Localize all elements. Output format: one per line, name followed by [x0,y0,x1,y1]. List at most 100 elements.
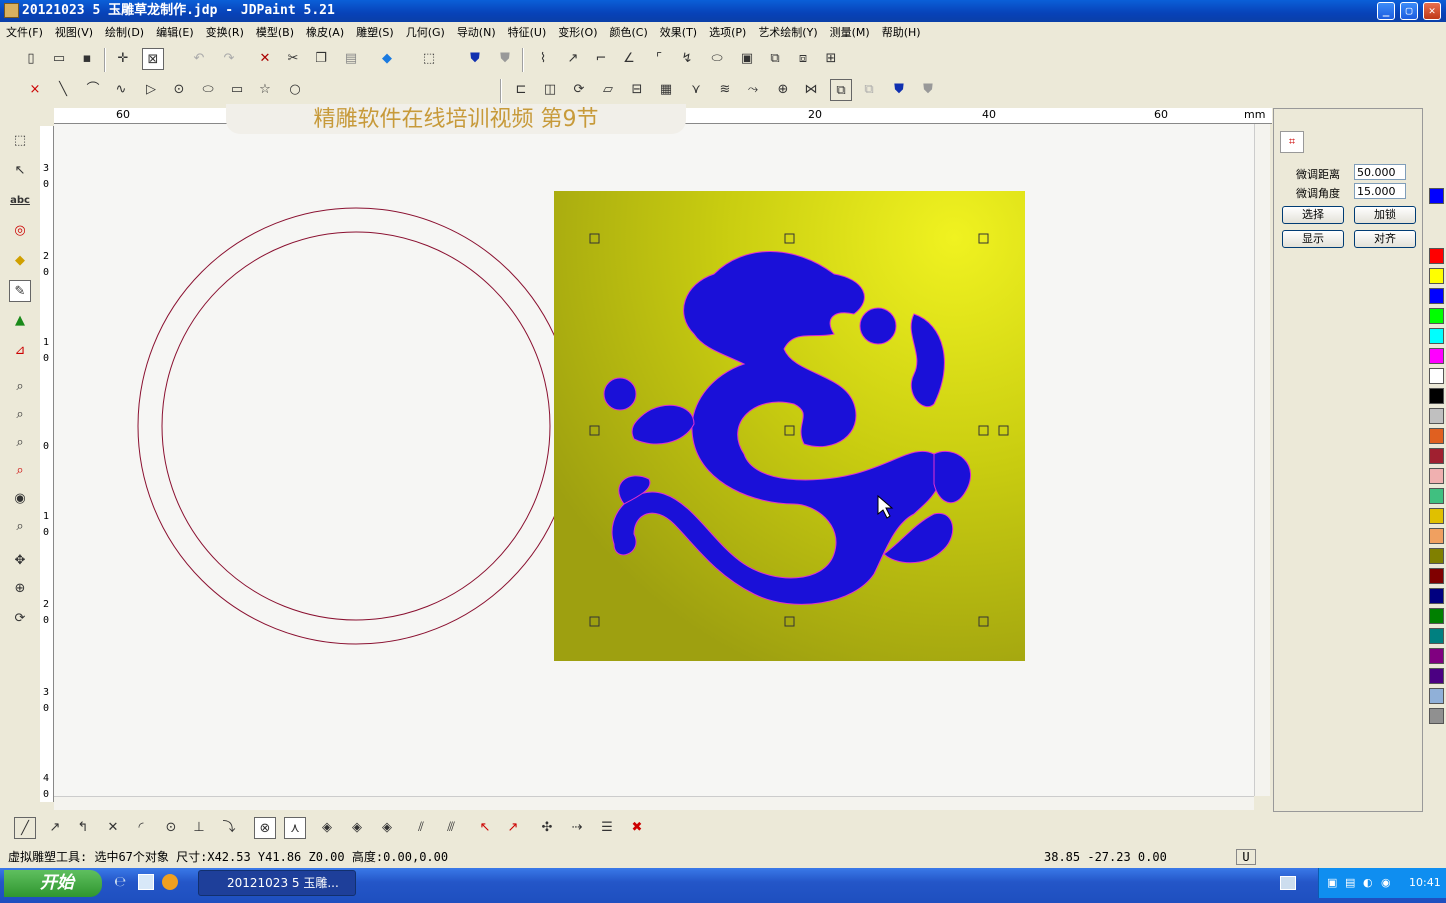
rectangle-icon[interactable]: ▭ [226,79,248,101]
view-top-icon[interactable]: ◈ [316,817,338,839]
snap-center-icon[interactable]: ⊙ [160,817,182,839]
box-view-icon[interactable]: ⬚ [418,48,440,70]
plane-icon[interactable]: ⫽ [410,817,432,839]
shape-tool-icon[interactable]: ◎ [9,220,31,242]
view-eye-icon[interactable]: ◉ [9,488,31,510]
tray-security-icon[interactable]: ◉ [1381,868,1391,898]
tray-network-icon[interactable]: ▣ [1327,868,1337,898]
snap-tangent-icon[interactable]: ⤵ [218,817,240,839]
zoom-realtime-icon[interactable]: ⊕ [9,578,31,600]
spline-icon[interactable]: ∿ [110,79,132,101]
menu-transform[interactable]: 变换(R) [200,22,250,44]
menu-feature[interactable]: 特征(U) [502,22,553,44]
menu-effect[interactable]: 效果(T) [654,22,703,44]
ellipse-icon[interactable]: ⬭ [197,79,219,101]
palette-swatch[interactable] [1429,248,1444,264]
path-icon[interactable]: ⤳ [742,79,764,101]
align-button[interactable]: 对齐 [1354,230,1416,248]
measure-tool-icon[interactable]: ⊿ [9,340,31,362]
show-button[interactable]: 显示 [1282,230,1344,248]
link-icon[interactable]: ⊞ [820,48,842,70]
menu-eraser[interactable]: 橡皮(A) [300,22,350,44]
menu-art-draw[interactable]: 艺术绘制(Y) [752,22,823,44]
snap-perpendicular-icon[interactable]: ⊥ [188,817,210,839]
keyboard-icon[interactable] [1280,876,1296,890]
point-icon[interactable]: × [24,79,46,101]
select-box-icon[interactable]: ⊠ [142,48,164,70]
chamfer-icon[interactable]: ∠ [618,48,640,70]
snap-intersect-icon[interactable]: ✕ [102,817,124,839]
palette-swatch[interactable] [1429,348,1444,364]
start-button[interactable]: 开始 [4,870,102,897]
polyline-icon[interactable]: ▷ [140,79,162,101]
eraser-tool-icon[interactable]: ◆ [9,250,31,272]
menu-guide[interactable]: 导动(N) [451,22,502,44]
copy-icon[interactable]: ❐ [310,48,332,70]
unit-mode-indicator[interactable]: U [1236,849,1256,865]
palette-swatch[interactable] [1429,408,1444,424]
palette-swatch[interactable] [1429,188,1444,204]
fill-tool-icon[interactable]: ▲ [9,310,31,332]
menu-sculpt[interactable]: 雕塑(S) [350,22,400,44]
palette-swatch[interactable] [1429,528,1444,544]
redo-icon[interactable]: ↷ [218,48,240,70]
circle-icon[interactable]: ○ [284,79,306,101]
arc-icon[interactable]: ⌒ [82,79,104,101]
snap-line-icon[interactable]: ╱ [14,817,36,839]
oval-icon[interactable]: ⬭ [706,48,728,70]
palette-swatch[interactable] [1429,668,1444,684]
3d-view-icon[interactable]: ◆ [376,48,398,70]
menu-view[interactable]: 视图(V) [49,22,99,44]
mirror-icon[interactable]: ◫ [539,79,561,101]
rotate-view-icon[interactable]: ⟳ [9,608,31,630]
menu-draw[interactable]: 绘制(D) [99,22,150,44]
palette-swatch[interactable] [1429,548,1444,564]
menu-deform[interactable]: 变形(O) [552,22,603,44]
palette-swatch[interactable] [1429,328,1444,344]
shield-blue-icon[interactable]: ⛊ [464,48,486,70]
view-front-icon[interactable]: ◈ [346,817,368,839]
taskbar-window-button[interactable]: 20121023 5 玉雕... [198,870,356,896]
menu-geometry[interactable]: 几何(G) [400,22,451,44]
sculpt-tool-icon[interactable]: ✎ [9,280,31,302]
palette-swatch[interactable] [1429,388,1444,404]
zoom-in-icon[interactable]: ⌕ [9,404,31,426]
wave-icon[interactable]: ≋ [714,79,736,101]
select-button[interactable]: 选择 [1282,206,1344,224]
array-icon[interactable]: ▦ [655,79,677,101]
palette-swatch[interactable] [1429,368,1444,384]
palette-swatch[interactable] [1429,568,1444,584]
extend-icon[interactable]: ↗ [562,48,584,70]
nudge-angle-field[interactable] [1354,183,1406,199]
tray-app-icon[interactable]: ▤ [1345,868,1355,898]
palette-swatch[interactable] [1429,468,1444,484]
snap-point-icon[interactable]: ⊗ [254,817,276,839]
stretch-icon[interactable]: ⋈ [800,79,822,101]
delete-icon[interactable]: ✕ [254,48,276,70]
measure-point-icon[interactable]: ✣ [536,817,558,839]
zoom-all-icon[interactable]: ⌕ [9,516,31,538]
fillet-icon[interactable]: ⌐ [590,48,612,70]
palette-swatch[interactable] [1429,588,1444,604]
group-icon[interactable]: ⧉ [764,48,786,70]
palette-swatch[interactable] [1429,608,1444,624]
zoom-out-icon[interactable]: ⌕ [9,432,31,454]
clock[interactable]: 10:41 [1409,868,1441,898]
rotate-icon[interactable]: ⟳ [568,79,590,101]
shield-gray-icon[interactable]: ⛊ [917,79,939,101]
select-tool-icon[interactable]: ⬚ [9,130,31,152]
circle-center-icon[interactable]: ⊙ [168,79,190,101]
close-button[interactable]: ✕ [1423,2,1441,20]
shield-gray-icon[interactable]: ⛊ [494,48,516,70]
pan-icon[interactable]: ✥ [9,550,31,572]
palette-swatch[interactable] [1429,428,1444,444]
palette-swatch[interactable] [1429,628,1444,644]
snap-angle-icon[interactable]: ⋏ [284,817,306,839]
menu-measure[interactable]: 测量(M) [824,22,876,44]
ie-icon[interactable]: ℮ [114,874,130,890]
zoom-window-icon[interactable]: ⌕ [9,376,31,398]
layer-off-icon[interactable]: ⧉ [858,79,880,101]
minimize-button[interactable]: _ [1377,2,1395,20]
text-tool-icon[interactable]: abc [9,190,31,212]
palette-swatch[interactable] [1429,648,1444,664]
